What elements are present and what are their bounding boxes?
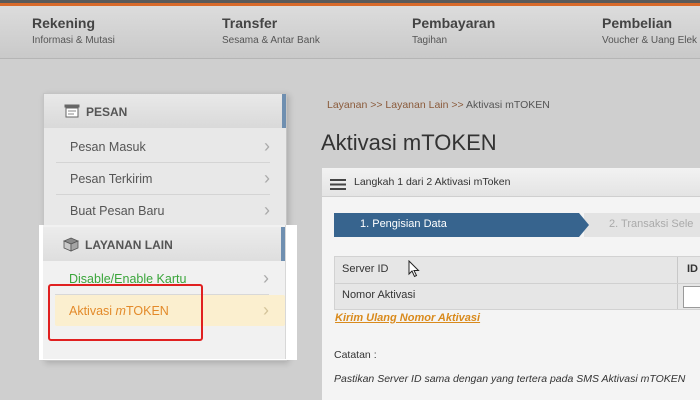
breadcrumb-layanan[interactable]: Layanan — [327, 99, 367, 111]
form-row-server-id: Server ID ID — [335, 257, 700, 284]
main-nav: Rekening Informasi & Mutasi Transfer Ses… — [0, 6, 700, 59]
nav-pembelian-title: Pembelian — [602, 15, 673, 31]
form-row-nomor-aktivasi: Nomor Aktivasi — [335, 283, 700, 309]
step-1-label: 1. Pengisian Data — [360, 218, 447, 230]
breadcrumb-current: Aktivasi mTOKEN — [466, 99, 550, 111]
nav-pembayaran-subtitle: Tagihan — [412, 35, 448, 46]
step-header-text: Langkah 1 dari 2 Aktivasi mToken — [354, 176, 511, 188]
chevron-right-icon: › — [264, 168, 270, 188]
message-icon — [64, 104, 80, 123]
nav-transfer[interactable]: Transfer Sesama & Antar Bank — [222, 15, 320, 46]
note-text: Pastikan Server ID sama dengan yang tert… — [334, 373, 686, 385]
sidebar-heading-layanan-lain-label: LAYANAN LAIN — [85, 238, 173, 252]
step-1-active: 1. Pengisian Data — [334, 213, 589, 237]
breadcrumb-separator: >> — [367, 99, 386, 111]
activation-form: Server ID ID Nomor Aktivasi — [334, 256, 700, 310]
nav-transfer-subtitle: Sesama & Antar Bank — [222, 35, 320, 46]
chevron-right-icon: › — [264, 136, 270, 156]
nav-pembelian-subtitle: Voucher & Uang Elek — [602, 35, 698, 46]
sidebar-heading-pesan: PESAN — [44, 94, 286, 128]
sidebar-item-label: Pesan Masuk — [70, 140, 146, 154]
sidebar-item-pesan-terkirim[interactable]: Pesan Terkirim › — [56, 163, 270, 195]
step-header: Langkah 1 dari 2 Aktivasi mToken — [322, 168, 700, 197]
nav-transfer-title: Transfer — [222, 15, 278, 31]
nav-rekening-title: Rekening — [32, 15, 96, 31]
mouse-cursor-icon — [408, 259, 420, 283]
sidebar-heading-layanan-lain: LAYANAN LAIN — [43, 227, 285, 261]
breadcrumb: Layanan >> Layanan Lain >> Aktivasi mTOK… — [327, 99, 550, 111]
page-title: Aktivasi mTOKEN — [321, 130, 497, 155]
sidebar-item-label: Buat Pesan Baru — [70, 204, 165, 218]
nomor-aktivasi-label: Nomor Aktivasi — [342, 289, 416, 301]
box-icon — [62, 237, 80, 257]
step-2: 2. Transaksi Sele — [584, 213, 700, 237]
sidebar-item-buat-pesan-baru[interactable]: Buat Pesan Baru › — [56, 195, 270, 227]
server-id-value: ID — [687, 263, 698, 275]
menu-icon — [330, 177, 346, 195]
nav-rekening-subtitle: Informasi & Mutasi — [32, 35, 115, 46]
sidebar-item-pesan-masuk[interactable]: Pesan Masuk › — [56, 131, 270, 163]
nav-rekening[interactable]: Rekening Informasi & Mutasi — [32, 15, 115, 46]
nomor-aktivasi-input[interactable] — [683, 286, 700, 308]
nav-pembayaran[interactable]: Pembayaran Tagihan — [412, 15, 495, 46]
breadcrumb-layanan-lain[interactable]: Layanan Lain — [385, 99, 448, 111]
chevron-right-icon: › — [263, 268, 269, 288]
sidebar-heading-pesan-label: PESAN — [86, 105, 128, 119]
nav-pembelian[interactable]: Pembelian Voucher & Uang Elek — [602, 15, 697, 46]
sidebar-item-label: Pesan Terkirim — [70, 172, 153, 186]
server-id-label: Server ID — [342, 263, 389, 275]
note-label: Catatan : — [334, 349, 377, 361]
step-2-label: 2. Transaksi Sele — [609, 218, 694, 230]
nav-pembayaran-title: Pembayaran — [412, 15, 496, 31]
resend-activation-link[interactable]: Kirim Ulang Nomor Aktivasi — [335, 312, 480, 324]
stepper: 2. Transaksi Sele 1. Pengisian Data — [334, 213, 700, 237]
chevron-right-icon: › — [263, 300, 269, 320]
chevron-right-icon: › — [264, 200, 270, 220]
breadcrumb-separator: >> — [448, 99, 466, 111]
main-content: Langkah 1 dari 2 Aktivasi mToken 2. Tran… — [321, 168, 700, 400]
highlight-box — [48, 284, 203, 341]
